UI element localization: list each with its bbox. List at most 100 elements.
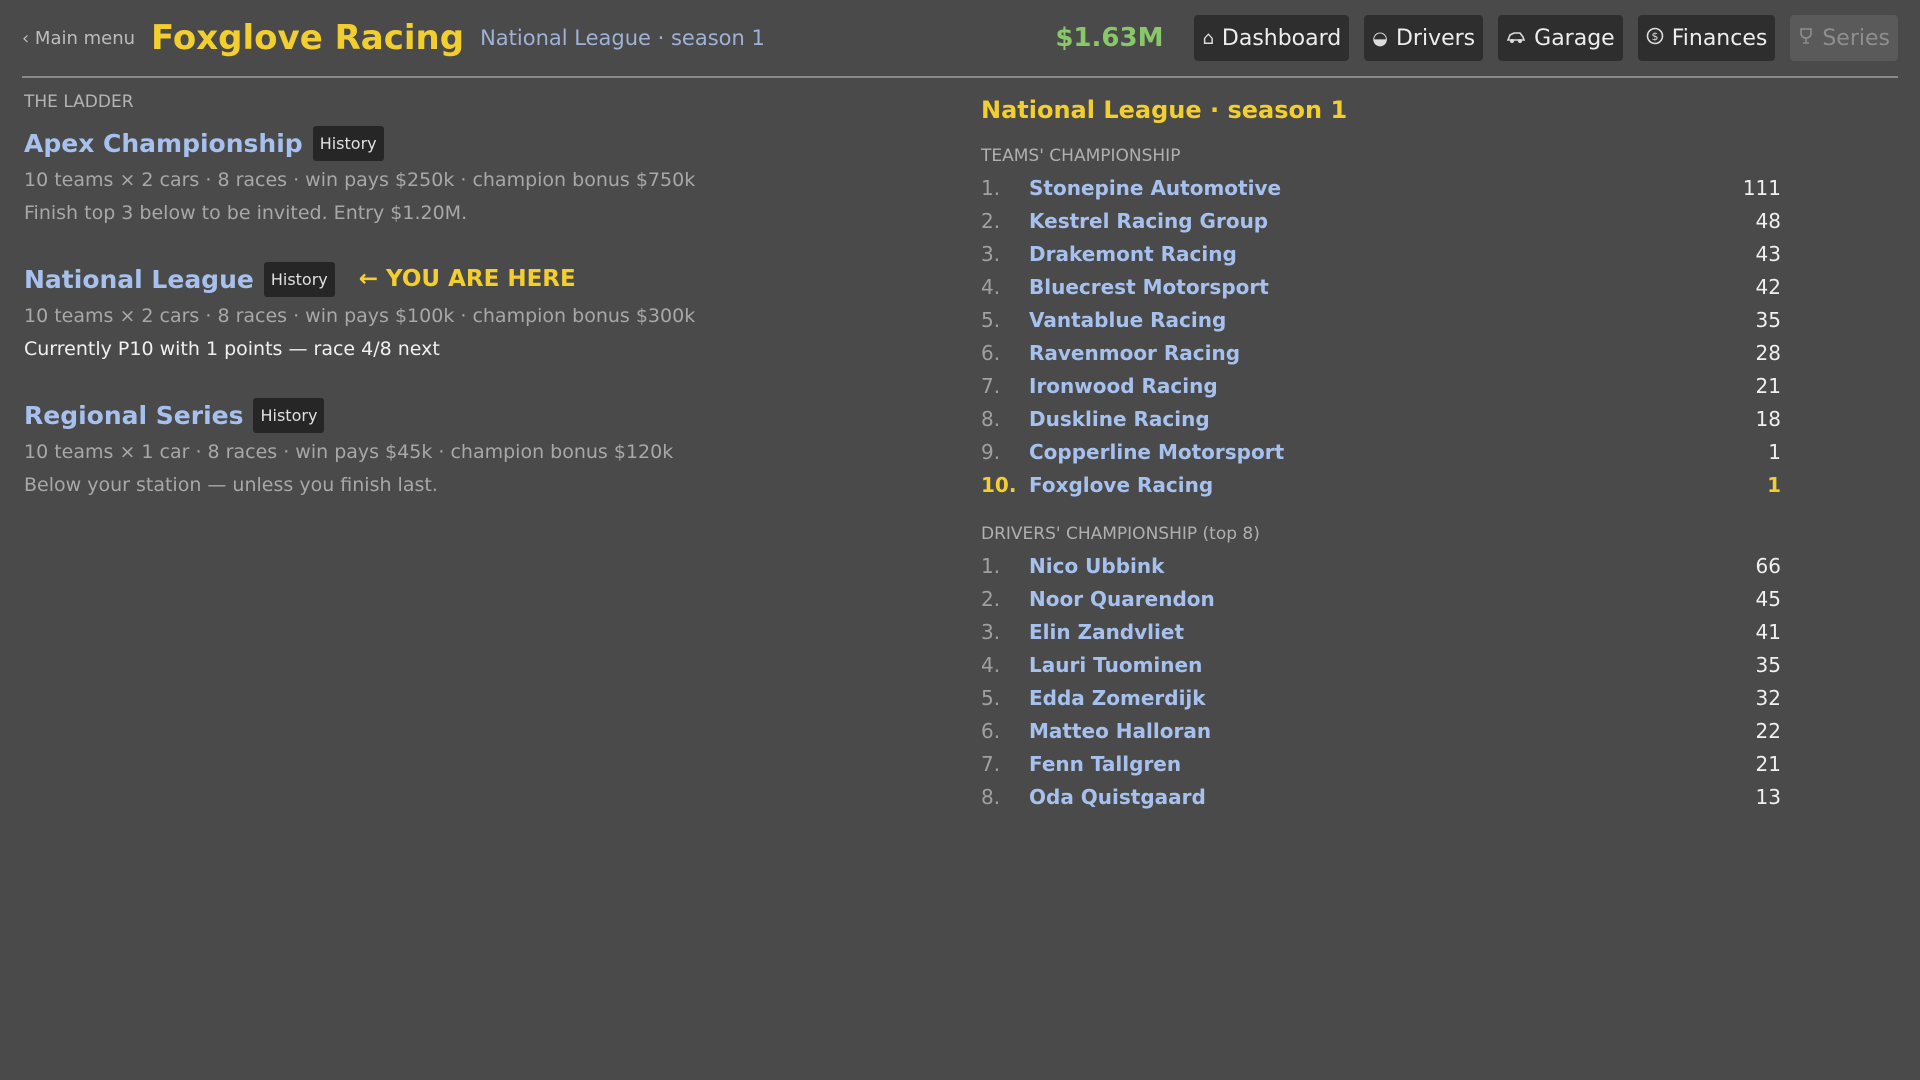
dollar-icon: $: [1646, 27, 1664, 50]
team-row-name[interactable]: Stonepine Automotive: [1029, 172, 1721, 205]
garage-button[interactable]: Garage: [1498, 15, 1623, 61]
trophy-icon: [1798, 27, 1814, 50]
driver-row-points: 35: [1755, 653, 1781, 677]
league-title[interactable]: Regional Series: [24, 401, 243, 430]
drivers-label: Drivers: [1395, 25, 1476, 51]
driver-row-name[interactable]: Oda Quistgaard: [1029, 781, 1721, 814]
car-icon: [1506, 28, 1526, 49]
team-row-points: 43: [1755, 242, 1781, 266]
team-row-position: 1.: [981, 176, 1001, 200]
driver-row-points: 66: [1755, 554, 1781, 578]
team-row-name[interactable]: Copperline Motorsport: [1029, 436, 1721, 469]
team-row-position: 3.: [981, 242, 1001, 266]
team-row-name[interactable]: Bluecrest Motorsport: [1029, 271, 1721, 304]
gap: [981, 502, 1821, 520]
drivers-championship-label: DRIVERS' CHAMPIONSHIP (top 8): [981, 524, 1260, 544]
team-name: Foxglove Racing: [151, 18, 465, 58]
driver-row-points: 32: [1755, 686, 1781, 710]
team-row-name[interactable]: Foxglove Racing: [1029, 469, 1721, 502]
driver-row-points: 13: [1755, 785, 1781, 809]
team-row-points: 28: [1755, 341, 1781, 365]
driver-row: 7. Fenn Tallgren 21: [981, 748, 1821, 781]
driver-row: 2. Noor Quarendon 45: [981, 583, 1821, 616]
driver-row-name[interactable]: Fenn Tallgren: [1029, 748, 1721, 781]
main-menu-link[interactable]: ‹ Main menu: [22, 28, 135, 49]
driver-row-name[interactable]: Lauri Tuominen: [1029, 649, 1721, 682]
svg-text:$: $: [1651, 30, 1658, 43]
driver-row-position: 6.: [981, 719, 1001, 743]
you-are-here-marker: ← YOU ARE HERE: [358, 266, 576, 292]
series-label: Series: [1822, 25, 1890, 51]
teams-championship-label: TEAMS' CHAMPIONSHIP: [981, 146, 1181, 166]
team-row-points: 111: [1742, 176, 1781, 200]
driver-row-position: 1.: [981, 554, 1001, 578]
history-button[interactable]: History: [263, 261, 335, 297]
driver-row-points: 41: [1755, 620, 1781, 644]
team-row: 5. Vantablue Racing 35: [981, 304, 1821, 337]
driver-row: 3. Elin Zandvliet 41: [981, 616, 1821, 649]
history-button[interactable]: History: [312, 125, 384, 161]
history-button[interactable]: History: [253, 397, 325, 433]
team-row: 3. Drakemont Racing 43: [981, 238, 1821, 271]
league-note: Below your station — unless you finish l…: [24, 474, 438, 496]
home-icon: ⌂: [1202, 27, 1214, 49]
team-row-position: 10.: [981, 473, 1017, 497]
team-row-points: 21: [1755, 374, 1781, 398]
dashboard-button[interactable]: ⌂ Dashboard: [1194, 15, 1350, 61]
garage-label: Garage: [1534, 25, 1615, 51]
driver-row-name[interactable]: Elin Zandvliet: [1029, 616, 1721, 649]
team-row-points: 35: [1755, 308, 1781, 332]
team-row-name[interactable]: Vantablue Racing: [1029, 304, 1721, 337]
driver-row-position: 2.: [981, 587, 1001, 611]
driver-row-name[interactable]: Edda Zomerdijk: [1029, 682, 1721, 715]
driver-row: 6. Matteo Halloran 22: [981, 715, 1821, 748]
team-row-name[interactable]: Ravenmoor Racing: [1029, 337, 1721, 370]
team-row-position: 4.: [981, 275, 1001, 299]
finances-label: Finances: [1671, 25, 1768, 51]
team-row-points: 48: [1755, 209, 1781, 233]
page-subtitle: National League · season 1: [480, 26, 765, 50]
driver-row-points: 21: [1755, 752, 1781, 776]
top-bar: ‹ Main menu Foxglove Racing National Lea…: [22, 0, 1898, 78]
team-row-name[interactable]: Ironwood Racing: [1029, 370, 1721, 403]
driver-row-position: 5.: [981, 686, 1001, 710]
driver-row-points: 45: [1755, 587, 1781, 611]
team-row: 4. Bluecrest Motorsport 42: [981, 271, 1821, 304]
driver-row: 1. Nico Ubbink 66: [981, 550, 1821, 583]
series-button[interactable]: Series: [1790, 15, 1898, 61]
team-row-position: 6.: [981, 341, 1001, 365]
league-national: National League History ← YOU ARE HERE 1…: [24, 258, 924, 366]
team-row: 2. Kestrel Racing Group 48: [981, 205, 1821, 238]
league-title[interactable]: National League: [24, 265, 254, 294]
team-row-points: 1: [1768, 440, 1781, 464]
driver-row-position: 8.: [981, 785, 1001, 809]
league-apex: Apex Championship History 10 teams × 2 c…: [24, 122, 924, 230]
drivers-button[interactable]: ◒ Drivers: [1364, 15, 1484, 61]
team-row-name[interactable]: Kestrel Racing Group: [1029, 205, 1721, 238]
team-row-position: 5.: [981, 308, 1001, 332]
league-details: 10 teams × 2 cars · 8 races · win pays $…: [24, 169, 696, 191]
team-row: 10. Foxglove Racing 1: [981, 469, 1821, 502]
driver-row-position: 4.: [981, 653, 1001, 677]
driver-row-points: 22: [1755, 719, 1781, 743]
driver-row-name[interactable]: Matteo Halloran: [1029, 715, 1721, 748]
driver-row-name[interactable]: Nico Ubbink: [1029, 550, 1721, 583]
finances-button[interactable]: $ Finances: [1637, 15, 1776, 61]
driver-row-name[interactable]: Noor Quarendon: [1029, 583, 1721, 616]
league-title[interactable]: Apex Championship: [24, 129, 303, 158]
team-row-name[interactable]: Drakemont Racing: [1029, 238, 1721, 271]
team-row-position: 7.: [981, 374, 1001, 398]
standings-panel: National League · season 1 TEAMS' CHAMPI…: [981, 90, 1821, 814]
ladder-label: THE LADDER: [24, 92, 134, 112]
team-row-name[interactable]: Duskline Racing: [1029, 403, 1721, 436]
team-row: 1. Stonepine Automotive 111: [981, 172, 1821, 205]
standings-title: National League · season 1: [981, 96, 1348, 124]
driver-row-position: 3.: [981, 620, 1001, 644]
cash-balance: $1.63M: [1055, 23, 1164, 53]
team-row: 9. Copperline Motorsport 1: [981, 436, 1821, 469]
team-row: 6. Ravenmoor Racing 28: [981, 337, 1821, 370]
team-row: 7. Ironwood Racing 21: [981, 370, 1821, 403]
dashboard-label: Dashboard: [1221, 25, 1342, 51]
driver-row: 4. Lauri Tuominen 35: [981, 649, 1821, 682]
team-row-points: 18: [1755, 407, 1781, 431]
